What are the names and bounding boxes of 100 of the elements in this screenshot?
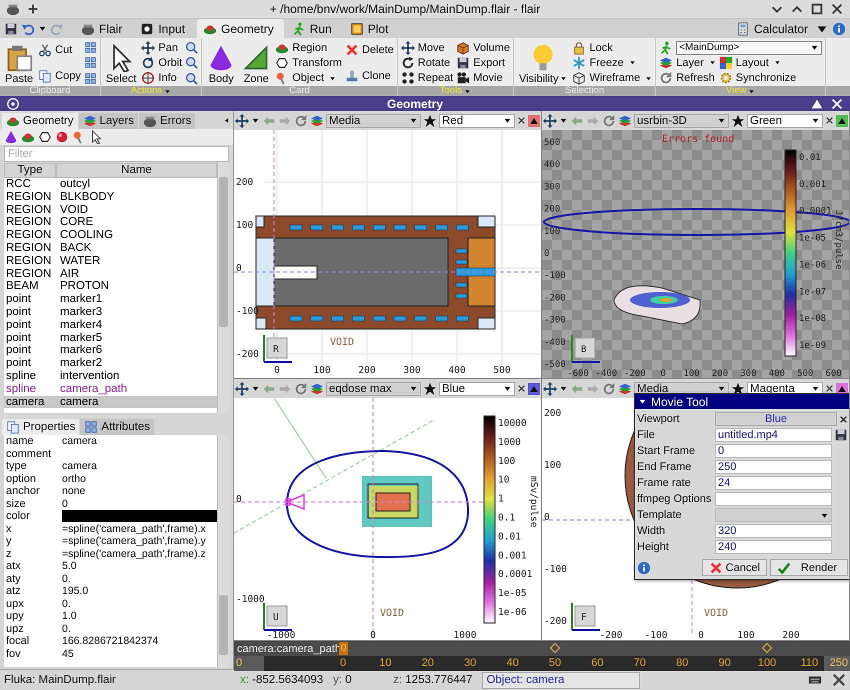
refresh-icon[interactable] bbox=[602, 114, 616, 128]
table-row[interactable]: REGION COOLING bbox=[4, 229, 217, 242]
tab[interactable]: Attributes bbox=[80, 419, 154, 435]
ribbon-button[interactable]: Region bbox=[275, 40, 342, 55]
ribbon-button[interactable]: Info bbox=[141, 71, 182, 86]
cone-icon[interactable] bbox=[4, 130, 18, 144]
table-row[interactable]: point marker5 bbox=[4, 332, 217, 344]
ribbon-button[interactable]: Layout bbox=[718, 56, 796, 70]
view-cube[interactable] bbox=[266, 338, 288, 358]
property-value[interactable]: 166.8286721842374 bbox=[62, 635, 158, 648]
column-header[interactable]: Type bbox=[4, 163, 56, 178]
refresh-icon[interactable] bbox=[602, 382, 616, 396]
property-value[interactable]: ortho bbox=[62, 472, 86, 485]
move-arrows-icon[interactable] bbox=[543, 382, 557, 396]
property-value[interactable]: 0. bbox=[62, 622, 71, 635]
table-row[interactable]: point marker6 bbox=[4, 344, 217, 358]
tab[interactable]: Input bbox=[134, 19, 196, 38]
info-icon[interactable] bbox=[637, 560, 651, 574]
table-row[interactable]: RCC outcyl bbox=[4, 178, 217, 191]
table-row[interactable]: camera camera bbox=[4, 396, 217, 408]
layer-dropdown[interactable]: Media bbox=[326, 114, 421, 128]
ribbon-button[interactable]: Move bbox=[400, 40, 454, 55]
viewport-button[interactable]: Blue bbox=[715, 412, 837, 426]
input-field[interactable]: 240 bbox=[715, 540, 832, 554]
input-field[interactable]: 250 bbox=[715, 460, 832, 474]
ribbon-button[interactable]: Cut bbox=[38, 43, 81, 57]
ribbon-button[interactable]: Rotate bbox=[400, 56, 454, 70]
property-value[interactable]: 195.0 bbox=[62, 585, 88, 598]
caret-icon[interactable] bbox=[559, 384, 568, 393]
target-icon[interactable] bbox=[6, 96, 20, 110]
close-icon[interactable] bbox=[517, 116, 526, 125]
input-field[interactable] bbox=[715, 492, 832, 506]
ribbon-button[interactable]: Orbit bbox=[141, 56, 182, 70]
ribbon-button[interactable]: Lock bbox=[572, 40, 652, 55]
refresh-icon[interactable] bbox=[294, 114, 308, 128]
scroll-bar[interactable] bbox=[217, 435, 229, 667]
plus-icon[interactable] bbox=[26, 2, 40, 16]
input-field[interactable]: untitled.mp4 bbox=[715, 428, 832, 442]
property-value[interactable]: 0. bbox=[62, 598, 71, 610]
ribbon-button[interactable]: Export bbox=[456, 56, 510, 70]
close-icon[interactable] bbox=[830, 2, 844, 16]
ribbon-button[interactable]: Zone bbox=[240, 42, 272, 84]
viewport-color-button[interactable] bbox=[836, 114, 848, 128]
ribbon-button[interactable]: Volume bbox=[456, 40, 510, 55]
grid-icon[interactable] bbox=[84, 56, 97, 70]
ribbon-button[interactable]: Clone bbox=[344, 69, 394, 83]
input-field[interactable]: 0 bbox=[715, 444, 832, 458]
filter-field[interactable]: Filter bbox=[4, 146, 229, 162]
dialog-title-bar[interactable]: Movie Tool bbox=[635, 394, 849, 409]
tab[interactable]: Run bbox=[286, 19, 342, 38]
running-figure-icon[interactable] bbox=[659, 40, 674, 54]
table-row[interactable]: point marker3 bbox=[4, 306, 217, 319]
table-row[interactable]: point marker4 bbox=[4, 318, 217, 332]
collapse-arrow-icon[interactable] bbox=[222, 116, 231, 124]
ribbon-button[interactable]: Copy bbox=[38, 69, 81, 83]
table-row[interactable]: REGION VOID bbox=[4, 204, 217, 216]
zoom-icon[interactable] bbox=[185, 56, 198, 70]
property-value[interactable]: =spline('camera_path',frame).z bbox=[62, 548, 206, 560]
ribbon-button[interactable]: Transform bbox=[275, 56, 342, 70]
table-row[interactable]: REGION WATER bbox=[4, 254, 217, 268]
ribbon-button[interactable]: Visibility bbox=[516, 42, 570, 84]
property-value[interactable]: camera bbox=[62, 460, 98, 472]
caret-icon[interactable] bbox=[251, 384, 260, 393]
info-icon[interactable] bbox=[832, 22, 846, 36]
keyframe-icon[interactable] bbox=[761, 642, 773, 654]
tab[interactable]: Properties bbox=[2, 419, 80, 435]
ribbon-button[interactable]: Body bbox=[205, 42, 238, 84]
table-row[interactable]: spline intervention bbox=[4, 370, 217, 383]
table-row[interactable]: REGION BLKBODY bbox=[4, 190, 217, 204]
table-row[interactable]: BEAM PROTON bbox=[4, 280, 217, 294]
color-swatch[interactable] bbox=[62, 510, 217, 522]
ribbon-button[interactable]: Refresh bbox=[659, 71, 716, 86]
table-row[interactable]: point marker1 bbox=[4, 293, 217, 306]
move-arrows-icon[interactable] bbox=[235, 114, 249, 128]
table-row[interactable]: REGION BACK bbox=[4, 242, 217, 255]
refresh-icon[interactable] bbox=[294, 382, 308, 396]
layer-dropdown[interactable]: eqdose max bbox=[326, 382, 421, 396]
move-arrows-icon[interactable] bbox=[235, 382, 249, 396]
property-value[interactable]: 45 bbox=[62, 648, 74, 660]
view-cube[interactable] bbox=[574, 338, 596, 358]
caret-icon[interactable] bbox=[559, 116, 568, 125]
cancel-button[interactable]: Cancel bbox=[702, 559, 767, 576]
close-icon[interactable] bbox=[825, 116, 834, 125]
undo-icon[interactable] bbox=[21, 22, 35, 36]
view-cube[interactable] bbox=[574, 606, 596, 626]
viewport-dropdown[interactable]: Red bbox=[439, 114, 515, 128]
property-value[interactable]: =spline('camera_path',frame).x bbox=[62, 522, 206, 535]
tab[interactable]: Geometry bbox=[197, 19, 284, 38]
save-icon[interactable] bbox=[4, 22, 18, 36]
layout-dropdown[interactable]: <MainDump> bbox=[676, 40, 822, 54]
pot-icon[interactable] bbox=[6, 2, 20, 16]
table-row[interactable]: REGION CORE bbox=[4, 216, 217, 230]
close-icon[interactable] bbox=[517, 384, 526, 393]
property-value[interactable]: none bbox=[62, 485, 86, 498]
viewport-color-button[interactable] bbox=[528, 382, 540, 396]
view-cube[interactable] bbox=[266, 606, 288, 626]
viewport-color-button[interactable] bbox=[528, 114, 540, 128]
tab[interactable]: Errors bbox=[139, 113, 196, 129]
ribbon-button[interactable]: Paste bbox=[3, 42, 36, 84]
star-icon[interactable] bbox=[423, 382, 437, 396]
